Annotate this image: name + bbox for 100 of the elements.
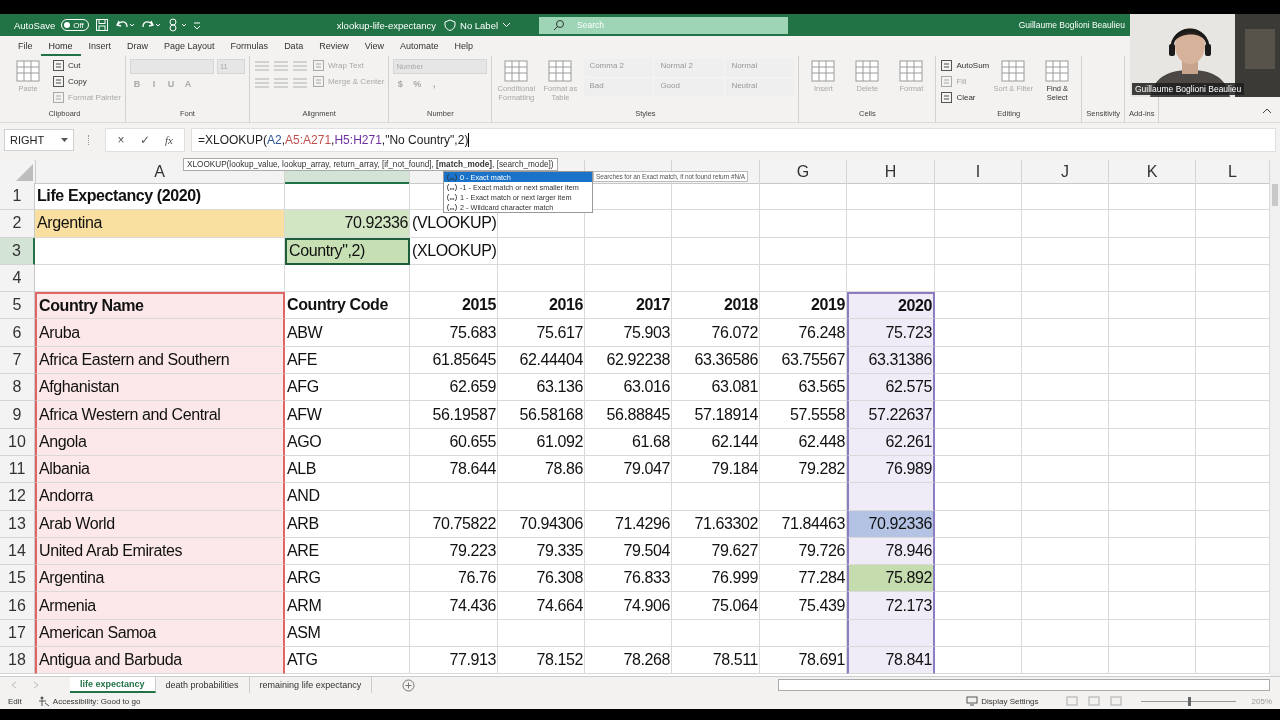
menu-tab[interactable]: View xyxy=(356,36,392,56)
grid-cell[interactable]: 77.913 xyxy=(410,647,498,675)
name-box[interactable]: RIGHT xyxy=(4,129,74,151)
column-header[interactable]: G xyxy=(760,160,847,184)
grid-cell[interactable]: AFE xyxy=(285,346,410,375)
sensitivity-label-button[interactable]: No Label xyxy=(444,19,512,31)
grid-cell[interactable]: 70.92336 xyxy=(847,510,935,538)
grid-cell[interactable]: ARM xyxy=(285,592,410,620)
grid-cell[interactable]: 2017 xyxy=(585,292,672,320)
grid-cell[interactable]: 76.999 xyxy=(672,565,760,593)
row-header[interactable]: 9 xyxy=(0,401,35,429)
grid-cell[interactable]: Arab World xyxy=(35,510,285,538)
grid-cell[interactable]: 71.4296 xyxy=(585,510,672,538)
grid-cell[interactable]: 62.261 xyxy=(847,428,935,456)
row-header[interactable]: 11 xyxy=(0,455,35,484)
row-header[interactable]: 12 xyxy=(0,483,35,511)
grid-cell[interactable]: AND xyxy=(285,483,410,511)
ribbon-button[interactable]: Cut xyxy=(52,59,81,72)
menu-tab[interactable]: Help xyxy=(446,36,482,56)
grid-cell[interactable]: 63.31386 xyxy=(847,346,935,375)
grid-cell[interactable]: 78.86 xyxy=(498,455,585,484)
vertical-scrollbar[interactable] xyxy=(1270,160,1280,676)
grid-cell[interactable]: 60.655 xyxy=(410,428,498,456)
grid-cell[interactable]: 78.644 xyxy=(410,455,498,484)
grid-cell[interactable]: Andorra xyxy=(35,483,285,511)
cancel-button[interactable]: × xyxy=(112,130,130,150)
row-header[interactable]: 10 xyxy=(0,428,35,456)
horizontal-scrollbar[interactable] xyxy=(778,679,1270,691)
menu-tab[interactable]: Automate xyxy=(392,36,447,56)
collapse-ribbon-icon[interactable] xyxy=(1262,108,1272,114)
grid-cell[interactable]: 63.081 xyxy=(672,374,760,402)
grid-cell[interactable]: 75.892 xyxy=(847,565,935,593)
column-header[interactable]: I xyxy=(935,160,1022,184)
row-header[interactable]: 6 xyxy=(0,319,35,347)
grid-cell[interactable]: 62.44404 xyxy=(498,346,585,375)
row-header[interactable]: 3 xyxy=(0,237,35,265)
grid-cell[interactable]: 75.723 xyxy=(847,319,935,347)
menu-tab[interactable]: Formulas xyxy=(222,36,277,56)
ribbon-button[interactable]: AutoSum xyxy=(940,59,990,72)
grid-cell[interactable]: 72.173 xyxy=(847,592,935,620)
grid-cell[interactable]: 79.335 xyxy=(498,537,585,566)
grid-cell[interactable]: 76.76 xyxy=(410,565,498,593)
grid-cell[interactable]: 75.903 xyxy=(585,319,672,347)
grid-cell[interactable]: 70.94306 xyxy=(498,510,585,538)
grid-cell[interactable]: ARG xyxy=(285,565,410,593)
grid-cell[interactable]: 75.617 xyxy=(498,319,585,347)
row-header[interactable]: 2 xyxy=(0,210,35,238)
grid-cell[interactable]: 79.504 xyxy=(585,537,672,566)
menu-tab[interactable]: Review xyxy=(311,36,357,56)
grid-cell[interactable]: 78.268 xyxy=(585,647,672,675)
zoom-slider-thumb[interactable] xyxy=(1188,696,1192,706)
grid-cell[interactable]: ALB xyxy=(285,455,410,484)
row-header[interactable]: 1 xyxy=(0,183,35,211)
grid-cell[interactable]: ASM xyxy=(285,619,410,648)
add-sheet-icon[interactable] xyxy=(402,678,416,692)
grid-cell[interactable]: Country",2) xyxy=(285,237,410,265)
grid-cell[interactable]: 76.308 xyxy=(498,565,585,593)
grid-cell[interactable]: 56.58168 xyxy=(498,401,585,429)
insert-function-button[interactable]: fx xyxy=(160,130,178,150)
grid-cell[interactable]: Africa Eastern and Southern xyxy=(35,346,285,375)
grid-cell[interactable]: 2018 xyxy=(672,292,760,320)
display-settings-button[interactable]: Display Settings xyxy=(966,696,1039,706)
user-name[interactable]: Guillaume Boglioni Beaulieu xyxy=(1018,20,1125,30)
enter-button[interactable]: ✓ xyxy=(136,130,154,150)
row-header[interactable]: 17 xyxy=(0,619,35,648)
menu-tab[interactable]: Draw xyxy=(119,36,157,56)
row-header[interactable]: 15 xyxy=(0,565,35,593)
grid-cell[interactable]: 56.88845 xyxy=(585,401,672,429)
grid-cell[interactable]: ATG xyxy=(285,647,410,675)
grid-cell[interactable]: 75.064 xyxy=(672,592,760,620)
grid-cell[interactable]: 70.75822 xyxy=(410,510,498,538)
grid-cell[interactable]: ARB xyxy=(285,510,410,538)
menu-tab[interactable]: Insert xyxy=(80,36,120,56)
grid-cell[interactable]: 62.92238 xyxy=(585,346,672,375)
grid-cell[interactable]: 79.184 xyxy=(672,455,760,484)
menu-tab[interactable]: File xyxy=(10,36,41,56)
grid-cell[interactable]: 62.659 xyxy=(410,374,498,402)
grid-cell[interactable]: Africa Western and Central xyxy=(35,401,285,429)
grid-cell[interactable]: 70.92336 xyxy=(285,210,410,238)
grid-cell[interactable] xyxy=(847,619,935,648)
sheet-tab[interactable]: life expectancy xyxy=(70,677,156,693)
row-header[interactable]: 14 xyxy=(0,537,35,566)
grid-cell[interactable]: 56.19587 xyxy=(410,401,498,429)
column-header[interactable]: H xyxy=(847,160,935,184)
grid-cell[interactable]: Country Code xyxy=(285,292,410,320)
touch-mode-icon[interactable] xyxy=(166,18,187,32)
grid-cell[interactable]: 62.575 xyxy=(847,374,935,402)
grid-cell[interactable]: Armenia xyxy=(35,592,285,620)
grid-cell[interactable]: (XLOOKUP) xyxy=(410,237,498,265)
grid-cell[interactable]: Aruba xyxy=(35,319,285,347)
grid-cell[interactable]: 61.85645 xyxy=(410,346,498,375)
column-header[interactable]: K xyxy=(1109,160,1196,184)
grid-cell[interactable]: 62.144 xyxy=(672,428,760,456)
grid-cell[interactable]: ABW xyxy=(285,319,410,347)
grid-cell[interactable]: 76.833 xyxy=(585,565,672,593)
grid-cell[interactable]: AFG xyxy=(285,374,410,402)
grid-cell[interactable]: ARE xyxy=(285,537,410,566)
row-header[interactable]: 13 xyxy=(0,510,35,538)
grid-cell[interactable]: 79.627 xyxy=(672,537,760,566)
grid-cell[interactable]: 74.436 xyxy=(410,592,498,620)
